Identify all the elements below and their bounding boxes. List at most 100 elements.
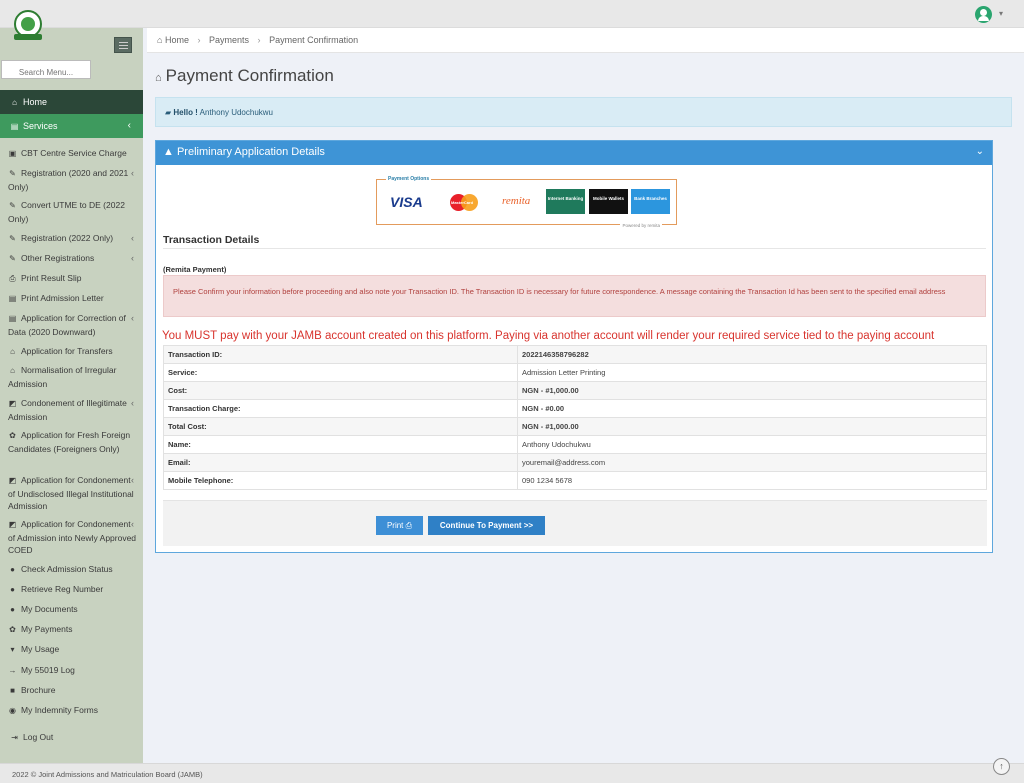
page-title-text: Payment Confirmation xyxy=(165,66,334,85)
chevron-left-icon: ‹ xyxy=(131,233,134,243)
sidebar-item-label: Print Admission Letter xyxy=(21,293,104,303)
chevron-left-icon: ‹ xyxy=(131,313,134,323)
sidebar-item-label: Check Admission Status xyxy=(21,564,113,574)
visa-logo: VISA xyxy=(390,194,423,210)
sidebar-item-label: Registration (2022 Only) xyxy=(21,233,114,243)
logout-link[interactable]: ⇥ Log Out xyxy=(10,732,53,742)
sidebar-item[interactable]: ✿ My Payments xyxy=(8,623,138,637)
sidebar-item[interactable]: ⌂ Normalisation of Irregular Admission xyxy=(8,364,138,390)
section-title: Transaction Details xyxy=(163,234,260,246)
row-value: Admission Letter Printing xyxy=(517,363,987,382)
footer: 2022 © Joint Admissions and Matriculatio… xyxy=(0,763,1024,783)
sidebar-item-label: Application for Condonement of Admission… xyxy=(8,519,137,555)
edit-icon: ✎ xyxy=(9,201,16,210)
sidebar-item[interactable]: ✎ Registration (2022 Only) ‹ xyxy=(8,232,138,246)
sidebar-item-label: CBT Centre Service Charge xyxy=(21,148,127,158)
warning-icon: ▲ xyxy=(163,146,174,158)
continue-to-payment-button[interactable]: Continue To Payment >> xyxy=(428,516,545,535)
sidebar-item-home[interactable]: ⌂ Home xyxy=(0,90,143,114)
home-icon: ⌂ xyxy=(157,35,163,45)
jamb-logo[interactable] xyxy=(14,10,42,40)
table-row: Email: youremail@address.com xyxy=(163,453,987,472)
sidebar-item[interactable]: ▤ Print Admission Letter xyxy=(8,292,138,306)
sidebar-item-label: Retrieve Reg Number xyxy=(21,584,104,594)
card-icon: ▣ xyxy=(8,149,17,158)
mastercard-logo: MasterCard xyxy=(450,194,478,211)
sidebar-item[interactable]: ▣ CBT Centre Service Charge xyxy=(8,147,138,161)
sidebar-item-label: Brochure xyxy=(21,685,56,695)
sidebar-item-label: Application for Correction of Data (2020… xyxy=(8,313,126,337)
sidebar-item[interactable]: ✎ Registration (2020 and 2021 Only) ‹ xyxy=(8,167,138,193)
sidebar-item[interactable]: ✿ Application for Fresh Foreign Candidate… xyxy=(8,429,138,455)
row-value: youremail@address.com xyxy=(517,453,987,472)
table-row: Name: Anthony Udochukwu xyxy=(163,435,987,454)
sidebar-item[interactable]: → My 55019 Log xyxy=(8,664,138,678)
sidebar-item-label: Convert UTME to DE (2022 Only) xyxy=(8,200,125,224)
sidebar-item[interactable]: ✎ Other Registrations ‹ xyxy=(8,252,138,266)
bank-icon: ⌂ xyxy=(155,72,162,84)
row-label: Name: xyxy=(163,435,518,454)
row-value: 2022146358796282 xyxy=(517,345,987,364)
list-icon: ▤ xyxy=(10,122,19,131)
sidebar-item-label: My Documents xyxy=(21,604,78,614)
sidebar-item-label: My Usage xyxy=(21,644,60,654)
print-icon: ⎙ xyxy=(9,274,16,283)
search-menu-input[interactable] xyxy=(1,60,91,79)
sidebar-item-label: Other Registrations xyxy=(21,253,95,263)
print-button[interactable]: Print ⎙ xyxy=(376,516,423,535)
sidebar-item-label: Registration (2020 and 2021 Only) xyxy=(8,168,129,192)
sidebar-item[interactable]: ◩ Application for Condonement of Admissio… xyxy=(8,518,138,557)
services-label: Services xyxy=(23,121,58,131)
sidebar-item[interactable]: ● Check Admission Status xyxy=(8,563,138,577)
edit-square-icon: ◩ xyxy=(8,520,17,529)
sidebar-item[interactable]: ● My Documents xyxy=(8,603,138,617)
sidebar-item[interactable]: ▤ Application for Correction of Data (202… xyxy=(8,312,138,338)
globe-icon: ● xyxy=(10,565,15,574)
table-row: Transaction Charge: NGN - #0.00 xyxy=(163,399,987,418)
scroll-to-top-icon[interactable]: ↑ xyxy=(993,758,1010,775)
mobile-wallets-badge: Mobile Wallets xyxy=(589,189,628,214)
document-icon: ▤ xyxy=(8,314,17,323)
internet-banking-badge: Internet Banking xyxy=(546,189,585,214)
row-label: Transaction Charge: xyxy=(163,399,518,418)
book-icon: ■ xyxy=(10,686,15,695)
breadcrumb-payments[interactable]: Payments xyxy=(209,35,249,45)
row-value: NGN - #0.00 xyxy=(517,399,987,418)
user-icon[interactable] xyxy=(975,6,992,23)
sidebar-item[interactable]: ✎ Convert UTME to DE (2022 Only) xyxy=(8,199,138,225)
section-divider xyxy=(163,248,986,249)
table-row: Transaction ID: 2022146358796282 xyxy=(163,345,987,364)
sidebar-item[interactable]: ◩ Application for Condonement of Undisclo… xyxy=(8,474,138,513)
chevron-down-icon[interactable]: ⌄ xyxy=(976,146,984,157)
sidebar-item[interactable]: ● Retrieve Reg Number xyxy=(8,583,138,597)
breadcrumb-current: Payment Confirmation xyxy=(269,35,359,45)
logout-label: Log Out xyxy=(23,732,54,742)
row-label: Mobile Telephone: xyxy=(163,471,518,490)
menu-toggle-icon[interactable] xyxy=(114,37,132,53)
table-row: Mobile Telephone: 090 1234 5678 xyxy=(163,471,987,490)
remita-logo: remita xyxy=(502,195,531,207)
panel-header[interactable]: ▲ Preliminary Application Details ⌄ xyxy=(156,141,992,165)
sidebar-item[interactable]: ▾ My Usage xyxy=(8,643,138,657)
sidebar-item[interactable]: ■ Brochure xyxy=(8,684,138,698)
cart-icon: ▾ xyxy=(10,645,15,654)
logo-ribbon xyxy=(14,34,42,40)
chevron-left-icon: ‹ xyxy=(131,398,134,408)
action-bar: Print ⎙ Continue To Payment >> xyxy=(163,500,987,546)
caret-down-icon[interactable]: ▾ xyxy=(999,9,1003,18)
sidebar-item[interactable]: ◉ My Indemnity Forms xyxy=(8,704,138,718)
transaction-table: Transaction ID: 2022146358796282 Service: A… xyxy=(163,345,987,490)
sidebar-item-label: Application for Condonement of Undisclos… xyxy=(8,475,134,511)
edit-icon: ✎ xyxy=(9,169,16,178)
mastercard-text: MasterCard xyxy=(451,200,474,205)
sidebar-item-label: Application for Transfers xyxy=(21,346,113,356)
sidebar-item-services[interactable]: ▤ Services ‹ xyxy=(0,114,143,138)
sidebar-item-label: My 55019 Log xyxy=(21,665,75,675)
hello-name: Anthony Udochukwu xyxy=(199,108,274,117)
sidebar-item[interactable]: ⌂ Application for Transfers xyxy=(8,345,138,359)
edit-icon: ✎ xyxy=(9,254,16,263)
breadcrumb-home[interactable]: Home xyxy=(165,35,189,45)
sidebar-item[interactable]: ⎙ Print Result Slip xyxy=(8,272,138,286)
sidebar-item[interactable]: ◩ Condonement of Illegitimate Admission ‹ xyxy=(8,397,138,423)
row-label: Transaction ID: xyxy=(163,345,518,364)
